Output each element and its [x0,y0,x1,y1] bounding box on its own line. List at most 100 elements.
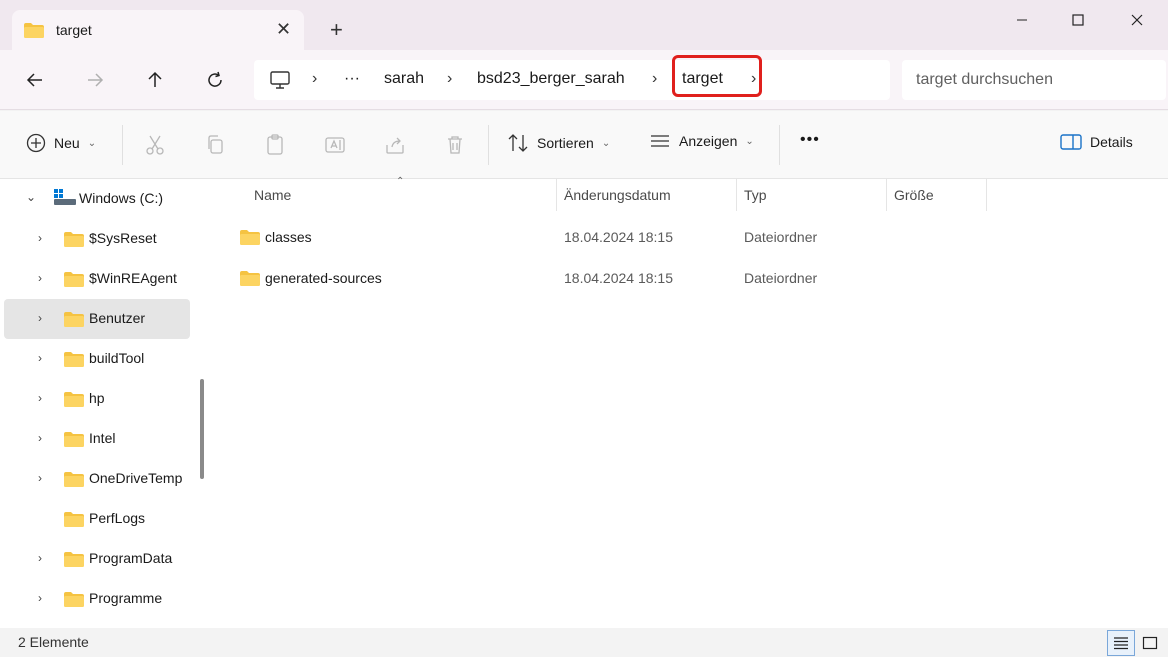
refresh-button[interactable] [203,68,227,92]
share-icon[interactable] [383,133,407,157]
sidebar-item-label: Programme [89,590,163,606]
computer-icon [270,71,290,89]
folder-icon [24,23,44,38]
tiles-view-icon [1142,636,1158,650]
sort-button[interactable]: Sortieren ⌄ [507,133,610,153]
details-view-button[interactable] [1107,630,1135,656]
column-header-date[interactable]: Änderungsdatum [564,187,671,203]
navigation-pane: ⌄ Windows (C:) › $SysReset › $WinREAgent ›… [0,179,212,628]
toolbar-divider [122,125,123,165]
refresh-icon [208,71,222,87]
table-row[interactable]: generated-sources 18.04.2024 18:15 Dateior… [232,258,1162,298]
column-header-name[interactable]: Name [254,187,291,203]
maximize-button[interactable] [1058,8,1098,32]
arrow-left-icon [26,73,42,87]
breadcrumb-bsd23[interactable]: bsd23_berger_sarah [477,70,625,88]
rename-icon[interactable] [323,133,347,157]
column-header-size[interactable]: Größe [894,187,934,203]
arrow-right-icon [88,73,104,87]
sidebar-item-label: Intel [89,430,116,446]
column-divider[interactable] [736,179,737,211]
chevron-right-icon[interactable]: › [38,551,42,565]
toolbar-divider [779,125,780,165]
folder-icon [64,272,84,287]
file-name: generated-sources [265,270,382,286]
command-bar: Neu ⌄ Sortieren ⌄ Anzeigen ⌄ ••• Details [0,111,1168,179]
paste-icon[interactable] [263,133,287,157]
chevron-right-icon[interactable]: › [38,311,42,325]
file-type: Dateiordner [744,270,818,286]
trash-icon[interactable] [443,133,467,157]
details-button-label: Details [1090,134,1133,150]
sidebar-item-windows-c[interactable]: ⌄ Windows (C:) [4,179,190,219]
sidebar-item-intel[interactable]: › Intel [4,419,190,459]
list-view-icon [1114,637,1128,650]
column-divider[interactable] [986,179,987,211]
chevron-right-icon[interactable]: › [38,591,42,605]
sidebar-item-programme[interactable]: › Programme [4,579,190,619]
column-header-type[interactable]: Typ [744,187,767,203]
table-row[interactable]: classes 18.04.2024 18:15 Dateiordner [232,217,1162,257]
sidebar-item-programdata[interactable]: › ProgramData [4,539,190,579]
tab-target[interactable]: target ✕ [12,10,304,52]
back-button[interactable] [23,68,47,92]
cut-icon[interactable] [143,133,167,157]
toolbar-divider [488,125,489,165]
view-button[interactable]: Anzeigen ⌄ [649,133,754,149]
close-icon [1131,14,1143,26]
chevron-right-icon: › [312,70,318,87]
more-options-button[interactable]: ••• [800,131,820,149]
folder-icon [64,512,84,527]
sidebar-item-label: Benutzer [89,310,146,326]
sidebar-item-hp[interactable]: › hp [4,379,190,419]
chevron-down-icon: ⌄ [87,137,97,149]
close-window-button[interactable] [1117,8,1157,32]
drive-icon [54,189,76,205]
search-box[interactable]: target durchsuchen [902,60,1166,100]
up-button[interactable] [143,68,167,92]
address-bar[interactable]: › ··· sarah › bsd23_berger_sarah › targe… [254,55,890,100]
chevron-right-icon[interactable]: › [38,351,42,365]
sidebar-item-buildtool[interactable]: › buildTool [4,339,190,379]
search-input[interactable]: target durchsuchen [916,71,1053,89]
folder-icon [64,472,84,487]
sidebar-item-perflogs[interactable]: PerfLogs [4,499,190,539]
new-tab-button[interactable]: + [330,17,343,43]
minimize-button[interactable] [1002,8,1042,32]
chevron-right-icon[interactable]: › [38,471,42,485]
chevron-right-icon[interactable]: › [38,431,42,445]
sort-icon [508,134,528,152]
close-tab-button[interactable]: ✕ [276,19,291,40]
chevron-down-icon[interactable]: ⌄ [26,190,36,204]
sidebar-item-label: ProgramData [89,550,173,566]
chevron-right-icon[interactable]: › [38,391,42,405]
sidebar-item-benutzer[interactable]: › Benutzer [4,299,190,339]
chevron-down-icon: ⌄ [745,135,754,147]
column-divider[interactable] [886,179,887,211]
breadcrumb-sarah[interactable]: sarah [384,70,424,88]
new-button[interactable]: Neu ⌄ [26,133,96,153]
folder-icon [240,230,260,245]
details-button[interactable]: Details [1060,133,1133,151]
chevron-right-icon[interactable]: › [38,271,42,285]
tab-title: target [56,22,92,38]
folder-icon [64,232,84,247]
tiles-view-button[interactable] [1136,630,1164,656]
sidebar-item-onedrivetemp[interactable]: › OneDriveTemp [4,459,190,499]
chevron-right-icon[interactable]: › [38,231,42,245]
title-bar: target ✕ + [0,0,1168,52]
folder-icon [240,271,260,286]
sidebar-item-sysreset[interactable]: › $SysReset [4,219,190,259]
column-divider[interactable] [556,179,557,211]
forward-button[interactable] [83,68,107,92]
red-annotation-outline [672,55,762,97]
sidebar-item-label: PerfLogs [89,510,146,526]
breadcrumb-overflow[interactable]: ··· [344,70,360,88]
sidebar-item-label: $WinREAgent [89,270,177,286]
folder-icon [64,432,84,447]
sidebar-scrollbar[interactable] [200,379,204,479]
sidebar-item-winreagent[interactable]: › $WinREAgent [4,259,190,299]
details-pane-icon [1060,134,1082,150]
file-modified: 18.04.2024 18:15 [564,270,673,286]
copy-icon[interactable] [203,133,227,157]
